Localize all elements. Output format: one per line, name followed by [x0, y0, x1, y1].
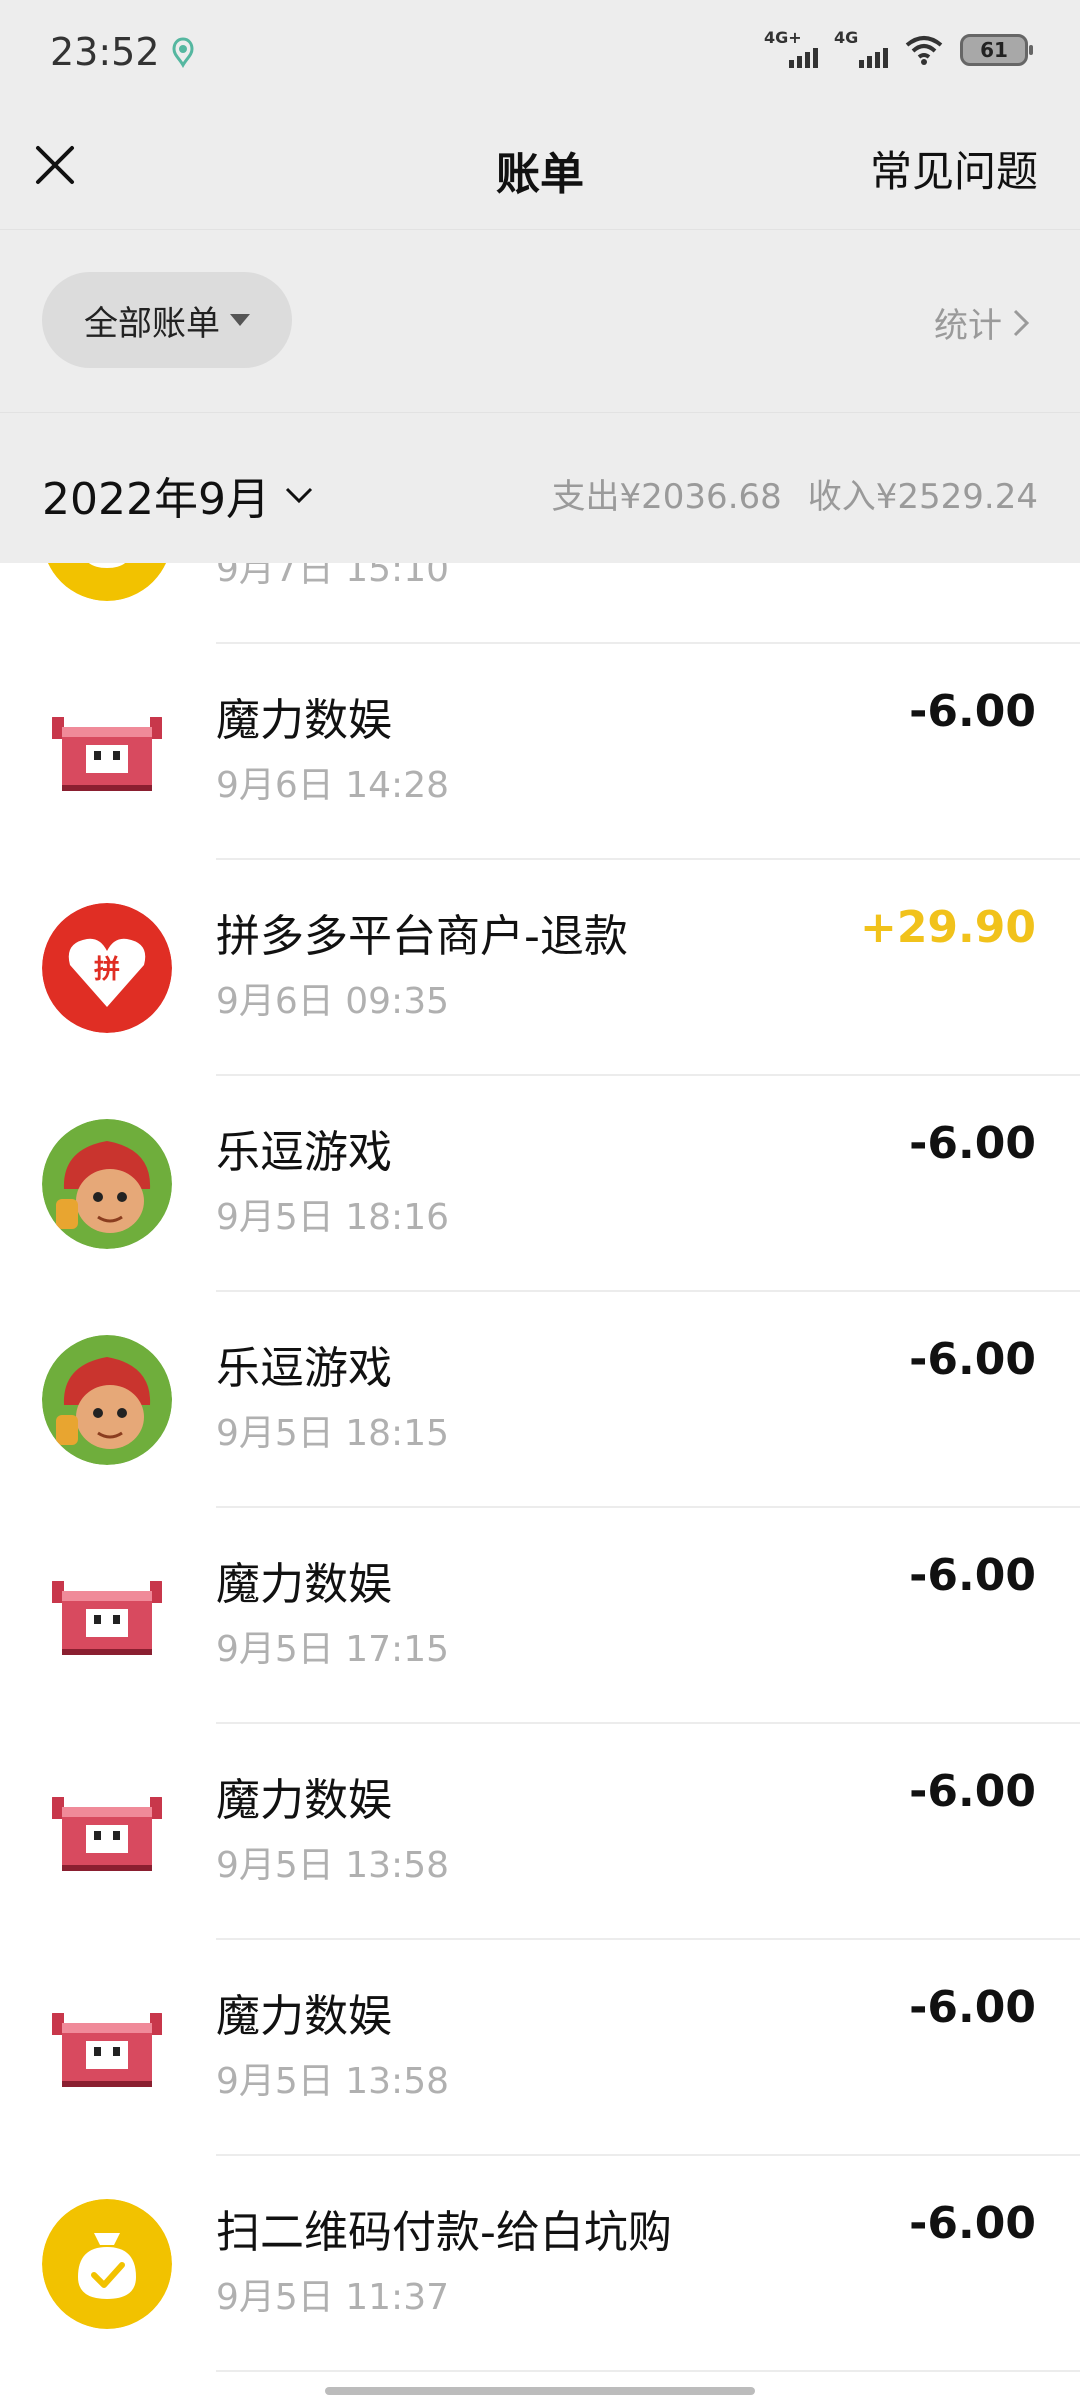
- signal-label-1: 4G+: [764, 28, 802, 47]
- transaction-time: 9月6日 09:35: [216, 981, 449, 1022]
- wifi-icon: [905, 36, 943, 65]
- income-total: 收入¥2529.24: [807, 477, 1038, 517]
- bill-filter-dropdown[interactable]: 全部账单: [42, 272, 292, 368]
- signal-icon-2: 4G: [834, 28, 888, 68]
- month-selector[interactable]: 2022年9月: [42, 463, 314, 527]
- transaction-time: 9月7日 15:10: [216, 563, 449, 590]
- transaction-time: 9月5日 13:58: [216, 1845, 449, 1886]
- transaction-amount: -6.00: [909, 1118, 1036, 1169]
- status-bar: 23:52 4G+ 4G 61: [0, 0, 1080, 100]
- nav-bar: 账单 常见问题: [0, 100, 1080, 230]
- expense-total: 支出¥2036.68: [551, 477, 782, 517]
- notification-icon: [172, 37, 194, 68]
- transaction-time: 9月5日 18:16: [216, 1197, 449, 1238]
- pixel-mascot-icon: [42, 1551, 172, 1681]
- transaction-name: 乐逗游戏: [216, 1343, 392, 1394]
- transaction-row[interactable]: 乐逗游戏 9月5日 18:16 -6.00: [0, 1076, 1080, 1292]
- home-indicator[interactable]: [325, 2387, 755, 2395]
- month-totals: 支出¥2036.68 收入¥2529.24: [552, 469, 1038, 518]
- pixel-mascot-icon: [42, 1983, 172, 2113]
- month-label: 2022年9月: [42, 474, 270, 525]
- svg-text:拼: 拼: [94, 955, 120, 985]
- transaction-name: 魔力数娱: [216, 1775, 392, 1826]
- transaction-row[interactable]: 9月7日 15:10: [0, 563, 1080, 644]
- transaction-name: 魔力数娱: [216, 695, 392, 746]
- money-bag-icon: [42, 563, 172, 601]
- month-summary-row: 2022年9月 支出¥2036.68 收入¥2529.24: [0, 413, 1080, 563]
- transaction-list: 9月7日 15:10 魔力数娱 9月6日 14:28 -6.00 拼 拼多多平台…: [0, 563, 1080, 2400]
- transaction-time: 9月5日 11:37: [216, 2277, 449, 2318]
- transaction-name: 拼多多平台商户-退款: [216, 911, 628, 962]
- transaction-row[interactable]: 魔力数娱 9月6日 14:28 -6.00: [0, 644, 1080, 860]
- transaction-name: 乐逗游戏: [216, 1127, 392, 1178]
- game-character-avatar: [42, 1119, 172, 1249]
- faq-link[interactable]: 常见问题: [870, 138, 1038, 199]
- transaction-row[interactable]: 魔力数娱 9月5日 13:58 -6.00: [0, 1724, 1080, 1940]
- transaction-row[interactable]: 拼 拼多多平台商户-退款 9月6日 09:35 +29.90: [0, 860, 1080, 1076]
- transaction-time: 9月5日 18:15: [216, 1413, 449, 1454]
- transaction-row[interactable]: 魔力数娱 9月5日 17:15 -6.00: [0, 1508, 1080, 1724]
- transaction-row[interactable]: 魔力数娱 9月5日 13:58 -6.00: [0, 1940, 1080, 2156]
- transaction-time: 9月5日 13:58: [216, 2061, 449, 2102]
- money-bag-icon: [42, 2199, 172, 2329]
- transaction-row[interactable]: 乐逗游戏 9月5日 18:15 -6.00: [0, 1292, 1080, 1508]
- signal-label-2: 4G: [834, 28, 859, 47]
- transaction-amount: -6.00: [909, 1334, 1036, 1385]
- filter-row: 全部账单 统计: [0, 230, 1080, 413]
- battery-level: 61: [980, 38, 1008, 62]
- battery-icon: 61: [960, 34, 1033, 66]
- transaction-time: 9月6日 14:28: [216, 765, 449, 806]
- transaction-amount: -6.00: [909, 1766, 1036, 1817]
- transaction-name: 魔力数娱: [216, 1991, 392, 2042]
- transaction-amount: +29.90: [859, 902, 1036, 953]
- transaction-name: 扫二维码付款-给白坑购: [216, 2207, 672, 2258]
- stats-link[interactable]: 统计: [934, 298, 1030, 347]
- chevron-down-icon: [285, 487, 313, 504]
- transaction-amount: -6.00: [909, 2198, 1036, 2249]
- transaction-row[interactable]: 扫二维码付款-给白坑购 9月5日 11:37 -6.00: [0, 2156, 1080, 2372]
- chevron-right-icon: [1013, 309, 1030, 336]
- bill-filter-label: 全部账单: [84, 303, 220, 344]
- pinduoduo-logo: 拼: [42, 903, 172, 1033]
- status-time: 23:52: [50, 30, 160, 74]
- transaction-name: 魔力数娱: [216, 1559, 392, 1610]
- signal-icon-1: 4G+: [764, 28, 818, 68]
- transaction-amount: -6.00: [909, 1982, 1036, 2033]
- caret-down-icon: [230, 314, 250, 326]
- pixel-mascot-icon: [42, 687, 172, 817]
- transaction-time: 9月5日 17:15: [216, 1629, 449, 1670]
- game-character-avatar: [42, 1335, 172, 1465]
- pixel-mascot-icon: [42, 1767, 172, 1897]
- stats-label: 统计: [934, 306, 1002, 346]
- divider: [216, 2370, 1080, 2372]
- transaction-amount: -6.00: [909, 686, 1036, 737]
- transaction-amount: -6.00: [909, 1550, 1036, 1601]
